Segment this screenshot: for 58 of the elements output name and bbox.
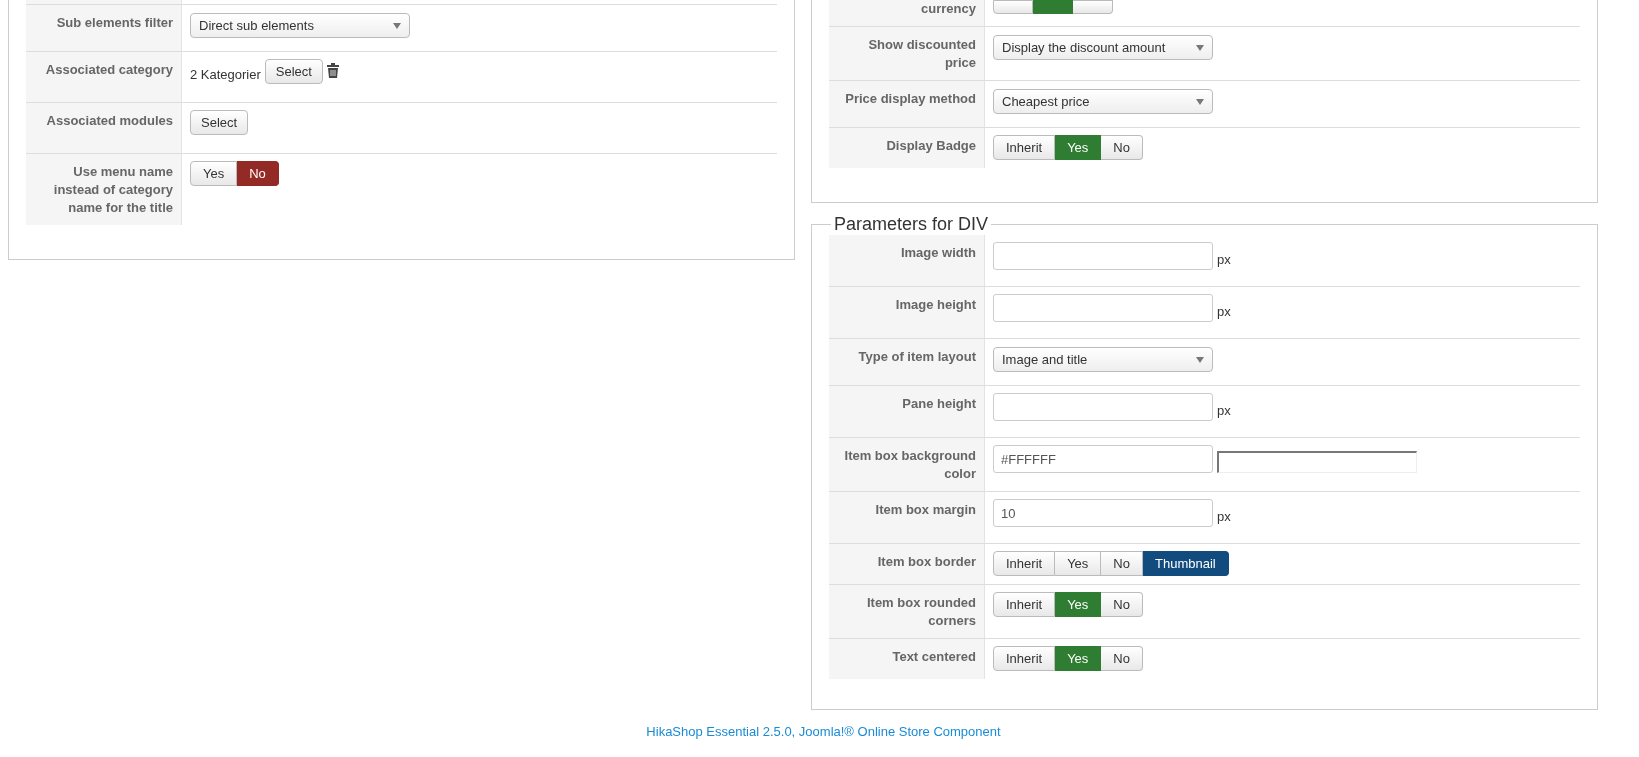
unit-label: px xyxy=(1217,304,1231,319)
field-label: Item box background color xyxy=(844,448,976,481)
dropdown[interactable]: Display the discount amount xyxy=(993,35,1213,60)
toggle-option[interactable]: Yes xyxy=(1055,135,1102,160)
field-label: Display Badge xyxy=(886,138,976,153)
toggle-option[interactable]: No xyxy=(1101,135,1143,160)
toggle-option[interactable]: Inherit xyxy=(993,646,1056,671)
field-label: Type of item layout xyxy=(858,349,976,364)
field-label: Image width xyxy=(900,245,976,260)
color-field[interactable]: #FFFFFF xyxy=(993,445,1213,473)
input-field[interactable] xyxy=(993,294,1213,322)
dropdown[interactable]: Cheapest price xyxy=(993,89,1213,114)
toggle-option[interactable]: No xyxy=(1101,592,1143,617)
field-label: Item box margin xyxy=(875,502,976,517)
toggle-option[interactable]: Inherit xyxy=(993,551,1056,576)
field-label: Pane height xyxy=(902,396,976,411)
caret-icon xyxy=(1196,98,1204,105)
toggle-segment[interactable] xyxy=(993,0,1033,14)
input-field[interactable]: 10 xyxy=(993,499,1213,527)
field-label: Text centered xyxy=(892,649,976,664)
unit-label: px xyxy=(1217,509,1231,524)
toggle-option[interactable]: No xyxy=(1101,646,1143,671)
unit-label: px xyxy=(1217,252,1231,267)
field-label: Use menu name instead of category name for the title xyxy=(53,164,173,215)
unit-label: px xyxy=(1217,403,1231,418)
toggle-option[interactable]: No xyxy=(237,161,279,186)
toggle-option[interactable]: Yes xyxy=(190,161,238,186)
toggle-option[interactable]: Thumbnail xyxy=(1143,551,1229,576)
toggle-option[interactable]: Yes xyxy=(1055,646,1102,671)
field-label: Item box rounded corners xyxy=(866,595,976,628)
input-field[interactable] xyxy=(993,393,1213,421)
field-label: Sub elements filter xyxy=(56,15,173,30)
color-swatch[interactable] xyxy=(1217,451,1417,473)
toggle-option[interactable]: Inherit xyxy=(993,592,1056,617)
dropdown[interactable]: Image and title xyxy=(993,347,1213,372)
caret-icon xyxy=(1196,356,1204,363)
dropdown[interactable]: Direct sub elements xyxy=(190,13,410,38)
category-count: 2 Kategorier xyxy=(190,67,261,82)
input-field[interactable] xyxy=(993,242,1213,270)
select-button[interactable]: Select xyxy=(190,110,249,135)
footer-link[interactable]: HikaShop Essential 2.5.0, Joomla!® Online Store Component xyxy=(646,724,1001,739)
toggle-option[interactable]: Inherit xyxy=(993,135,1056,160)
field-label: Item box border xyxy=(877,554,976,569)
field-label: Image height xyxy=(895,297,976,312)
caret-icon xyxy=(1196,44,1204,51)
trash-icon[interactable] xyxy=(326,63,339,78)
field-label: Associated category xyxy=(45,62,173,77)
field-label: Associated modules xyxy=(46,113,173,128)
field-label: currency xyxy=(921,1,976,16)
select-button[interactable]: Select xyxy=(264,59,323,84)
field-label: Price display method xyxy=(845,91,976,106)
toggle-segment[interactable] xyxy=(1073,0,1113,14)
field-label: Show discounted price xyxy=(868,37,976,70)
caret-icon xyxy=(393,22,401,29)
toggle-option[interactable]: Yes xyxy=(1055,551,1102,576)
toggle-option[interactable]: Yes xyxy=(1055,592,1102,617)
toggle-segment[interactable] xyxy=(1033,0,1073,14)
toggle-option[interactable]: No xyxy=(1101,551,1143,576)
